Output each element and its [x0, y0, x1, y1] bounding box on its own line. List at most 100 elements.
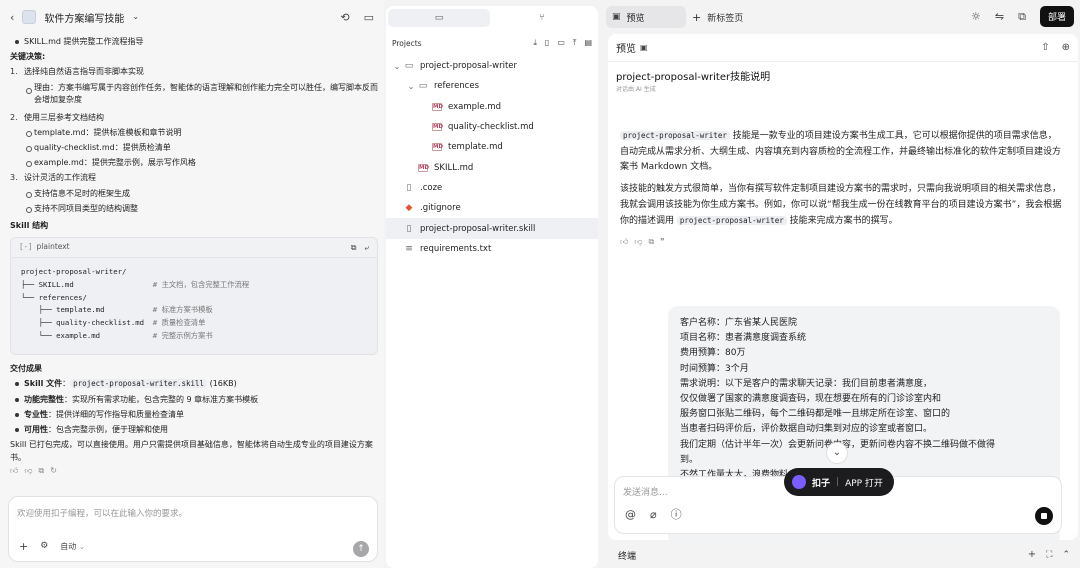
summary-text: Skill 已打包完成，可以直接使用。用户只需提供项目基础信息，智能体将自动生成…	[10, 440, 373, 462]
chevron-down-icon[interactable]: ⌄	[406, 82, 416, 91]
markdown-file-icon: MD	[432, 143, 444, 152]
collapse-up-icon[interactable]: ⌃	[1062, 550, 1070, 560]
answer-paragraph-1: project-proposal-writer 技能是一款专业的项目建设方案书生…	[620, 131, 1062, 172]
tab-preview[interactable]: ▣ 预览	[606, 6, 686, 28]
file-tree-label: project-proposal-writer.skill	[420, 223, 536, 234]
new-tab-label: 新标签页	[707, 13, 744, 24]
plus-icon[interactable]: +	[19, 541, 28, 552]
file-tree-row[interactable]: MD quality-checklist.md	[386, 117, 598, 137]
request-line: 项目名称：患者满意度调查系统	[680, 333, 807, 344]
tab-preview-label: 预览	[626, 13, 645, 24]
code-block-header: [-] plaintext ⧉ ⤶	[11, 238, 377, 259]
wrap-icon[interactable]: ⤶	[365, 243, 369, 252]
copy-window-icon[interactable]: ⧉	[1018, 11, 1026, 22]
copy-icon[interactable]: ⧉	[39, 467, 45, 475]
thumbs-up-icon[interactable]: 👍︎	[10, 467, 18, 475]
file-tree-row[interactable]: MD template.md	[386, 137, 598, 157]
sliders-icon[interactable]: ⇋	[995, 11, 1004, 22]
deliverables-heading: 交付成果	[10, 364, 42, 374]
attachment-icon[interactable]: ⌀	[650, 509, 657, 520]
app-open-banner[interactable]: 扣子 | APP 打开	[784, 468, 894, 496]
message-input-placeholder[interactable]: 发送消息...	[623, 485, 668, 498]
quote-icon[interactable]: ❞	[660, 238, 664, 246]
chat-input-box[interactable]: 欢迎使用扣子编程，可以在此输入你的要求。 + ⚙ 自动 ⌄ ↑	[8, 496, 378, 562]
request-line: 费用预算：80万	[680, 348, 746, 359]
preview-panel: ▣ 预览 + 新标签页 ☼ ⇋ ⧉ 部署 预览 ▣ ⇧ ⊕ project-pr…	[604, 0, 1080, 568]
code-line: ├── template.md	[21, 305, 153, 315]
file-tree-row[interactable]: ≡ requirements.txt	[386, 239, 598, 259]
list-item: 支持不同项目类型的结构调整	[10, 201, 378, 216]
file-tree-row[interactable]: ◆ .gitignore	[386, 198, 598, 218]
share-icon[interactable]: ⊕	[1062, 42, 1070, 53]
markdown-file-icon: MD	[432, 102, 444, 111]
chevron-down-icon[interactable]: ⌄	[132, 13, 139, 21]
plus-icon[interactable]: +	[1028, 550, 1036, 560]
list-item: 3. 设计灵活的工作流程	[10, 173, 96, 183]
file-explorer: ▭ ⑂ Projects ⤓ ▯ ▭ ⤒ ▤ ⌄ ▭ project-proposa…	[386, 6, 598, 568]
expand-icon[interactable]: ⛶	[1046, 550, 1052, 560]
new-folder-icon[interactable]: ▭	[557, 39, 565, 47]
markdown-file-icon: MD	[432, 123, 444, 132]
copy-icon[interactable]: ⧉	[351, 243, 357, 252]
branch-icon: ⑂	[539, 13, 545, 23]
file-tree-label: .gitignore	[420, 203, 461, 214]
send-button[interactable]: ↑	[353, 541, 369, 557]
folder-icon[interactable]: ▭	[364, 12, 374, 23]
file-tree-row[interactable]: ▯ project-proposal-writer.skill	[386, 218, 598, 239]
chat-subtitle: 对话由 AI 生成	[616, 86, 656, 93]
git-icon: ◆	[405, 203, 413, 214]
settings-sliders-icon[interactable]: ⚙	[40, 542, 48, 551]
sun-icon[interactable]: ☼	[971, 11, 981, 22]
file-icon: ▯	[406, 182, 412, 193]
thumbs-down-icon[interactable]: 👎︎	[24, 467, 32, 475]
file-tree-row[interactable]: ⌄ ▭ project-proposal-writer	[386, 56, 598, 76]
stop-button[interactable]	[1035, 507, 1053, 525]
deploy-button[interactable]: 部署	[1039, 6, 1074, 27]
new-tab-button[interactable]: + 新标签页	[692, 6, 743, 28]
retry-icon[interactable]: ↻	[50, 467, 57, 475]
file-tree-row[interactable]: ▯ .coze	[386, 178, 598, 198]
list-item: Skill 文件： project-proposal-writer.skill (…	[10, 376, 378, 391]
at-icon[interactable]: @	[625, 509, 636, 520]
list-item: 专业性：提供详细的写作指导和质量检查清单	[10, 407, 378, 422]
download-icon[interactable]: ⤓	[533, 39, 537, 47]
list-item: SKILL.md 提供完整工作流程指导	[10, 34, 378, 49]
thumbs-down-icon[interactable]: 👎︎	[634, 238, 642, 246]
scroll-down-button[interactable]: ⌄	[826, 442, 848, 464]
chevron-down-icon[interactable]: ⌄	[392, 62, 402, 71]
folder-icon: ▭	[404, 61, 414, 72]
file-tree-row[interactable]: ⌄ ▭ references	[386, 76, 598, 96]
coze-logo-icon	[792, 475, 806, 489]
file-tree-row[interactable]: MD SKILL.md	[386, 157, 598, 177]
file-tree-row[interactable]: MD example.md	[386, 97, 598, 117]
chevron-down-icon: ⌄	[78, 543, 85, 551]
markdown-file-icon: MD	[418, 163, 430, 172]
list-item: 可用性：包含完整示例，便于理解和使用	[10, 422, 378, 437]
copy-icon[interactable]: ⧉	[649, 238, 655, 246]
preview-card: 预览 ▣ ⇧ ⊕ project-proposal-writer技能说明 对话由…	[608, 34, 1078, 540]
list-item: 功能完整性：实现所有需求功能，包含完整的 9 章标准方案书模板	[10, 392, 378, 407]
lightbulb-icon[interactable]: ⓘ	[671, 509, 682, 520]
projects-label: Projects	[392, 38, 422, 48]
tab-files[interactable]: ▭	[388, 9, 490, 27]
chat-input-placeholder[interactable]: 欢迎使用扣子编程，可以在此输入你的要求。	[17, 507, 187, 519]
mode-select[interactable]: 自动 ⌄	[60, 541, 84, 552]
preview-header: 预览 ▣ ⇧ ⊕	[608, 34, 1078, 62]
history-icon[interactable]: ⟲	[340, 12, 349, 23]
thumbs-up-icon[interactable]: 👍︎	[620, 238, 628, 246]
new-file-icon[interactable]: ▯	[545, 39, 549, 47]
collapse-icon[interactable]: ▤	[584, 39, 592, 47]
tab-git[interactable]: ⑂	[490, 9, 594, 27]
code-comment: # 质量检查清单	[152, 318, 206, 328]
terminal-bar[interactable]: 终端 + ⛶ ⌃	[608, 544, 1078, 566]
request-line: 到。	[680, 454, 699, 465]
code-content: project-proposal-writer/ ├── SKILL.md # …	[11, 258, 377, 351]
code-comment: # 主文档，包含完整工作流程	[152, 279, 250, 289]
answer-paragraph-2: 该技能的触发方式很简单，当你有撰写软件定制项目建设方案书的需求时，只需向我说明项…	[620, 184, 1062, 226]
back-chevron-icon[interactable]: ‹	[10, 12, 14, 23]
chat-title[interactable]: 软件方案编写技能	[44, 10, 124, 25]
upload-icon[interactable]: ⇧	[1041, 42, 1049, 53]
upload-icon[interactable]: ⤒	[573, 39, 577, 47]
message-toolbar: @ ⌀ ⓘ	[625, 509, 682, 520]
chat-title: project-proposal-writer技能说明	[616, 72, 771, 83]
